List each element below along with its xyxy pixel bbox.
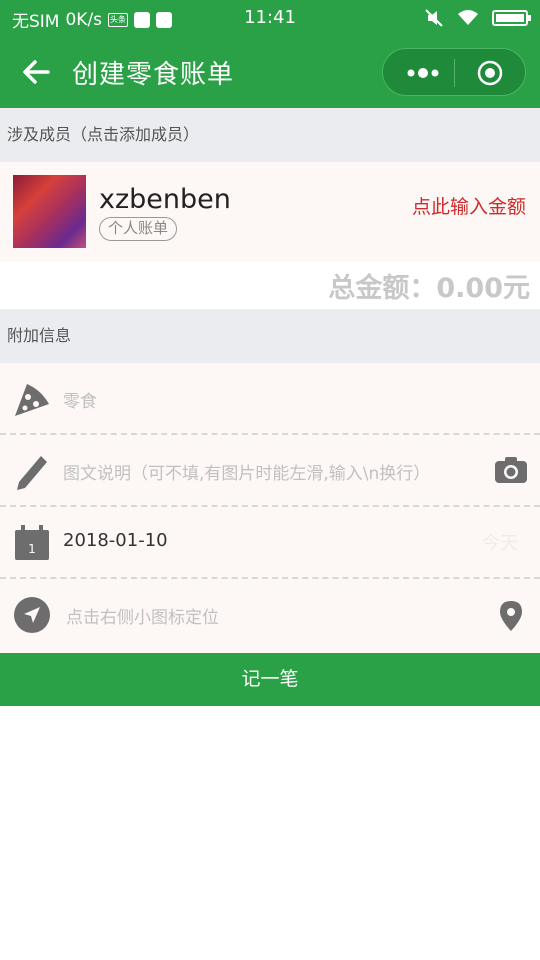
more-dots-icon[interactable] (405, 65, 441, 81)
svg-text:1: 1 (28, 542, 36, 556)
description-row[interactable]: 图文说明（可不填,有图片时能左滑,输入\n换行） (0, 435, 540, 507)
battery-icon (492, 10, 531, 26)
total-row: 总金额：0.00元 (0, 262, 540, 310)
amount-input-link[interactable]: 点此输入金额 (412, 192, 526, 219)
wifi-icon (458, 10, 478, 25)
submit-button[interactable]: 记一笔 (0, 653, 540, 706)
miniprogram-capsule (382, 48, 526, 96)
location-input[interactable]: 点击右侧小图标定位 (66, 603, 219, 628)
avatar (13, 175, 86, 248)
pizza-icon (15, 384, 49, 416)
back-arrow-icon[interactable] (20, 56, 52, 88)
date-row[interactable]: 1 2018-01-10 今天 (0, 507, 540, 579)
calendar-icon: 1 (15, 525, 49, 560)
date-value[interactable]: 2018-01-10 (63, 530, 168, 551)
capsule-divider (454, 59, 455, 87)
location-pin-icon[interactable] (494, 599, 528, 633)
members-section-header[interactable]: 涉及成员（点击添加成员） (0, 108, 540, 162)
camera-icon[interactable] (494, 453, 528, 487)
category-input[interactable]: 零食 (63, 387, 97, 412)
description-input[interactable]: 图文说明（可不填,有图片时能左滑,输入\n换行） (63, 459, 430, 484)
member-row[interactable]: xzbenben 个人账单 点此输入金额 (0, 162, 540, 262)
location-row[interactable]: 点击右侧小图标定位 (0, 579, 540, 653)
member-tag-badge: 个人账单 (99, 217, 178, 241)
target-icon[interactable] (477, 60, 503, 86)
date-hint: 今天 (482, 533, 518, 554)
category-row[interactable]: 零食 (0, 363, 540, 435)
navigation-icon (14, 597, 50, 633)
extra-section-header: 附加信息 (0, 309, 540, 363)
mute-icon (425, 9, 443, 27)
total-amount: 总金额：0.00元 (328, 273, 530, 304)
pencil-icon (17, 456, 47, 490)
member-name: xzbenben (99, 184, 231, 215)
page-title: 创建零食账单 (72, 60, 235, 90)
nav-bar: 创建零食账单 (0, 36, 540, 108)
status-bar: 无SIM 0K/s 头条 11:41 (0, 0, 540, 36)
status-right (424, 8, 531, 28)
